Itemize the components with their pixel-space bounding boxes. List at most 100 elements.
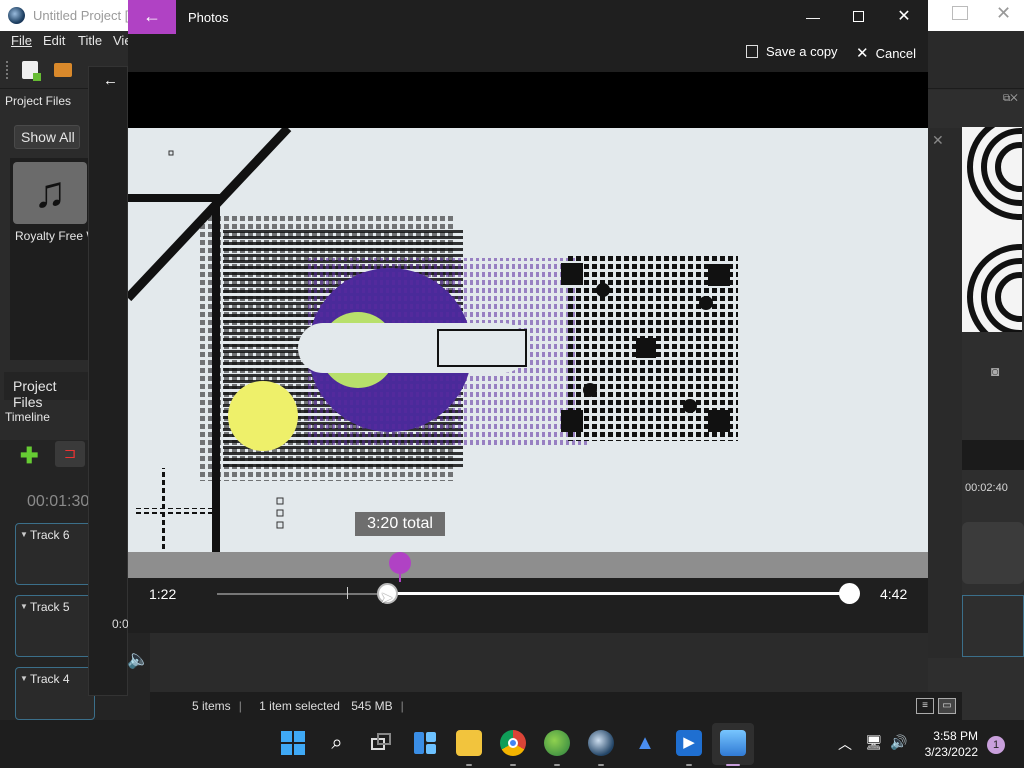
menu-file[interactable]: File — [11, 33, 32, 48]
cancel-icon: ✕ — [856, 45, 869, 62]
playhead-handle[interactable] — [389, 552, 411, 574]
music-note-icon[interactable]: ♫ — [13, 162, 87, 224]
trim-scrubber: 1:22 4:42 ➤ — [128, 552, 928, 633]
ruler-time: 00:02:40 — [965, 482, 1008, 494]
back-arrow-icon[interactable]: ← — [128, 0, 176, 34]
clock-date[interactable]: 3/23/2022 — [914, 745, 978, 759]
openshot-maximize-button[interactable] — [952, 6, 968, 20]
video-editor-icon[interactable]: ▶ — [676, 730, 702, 756]
chevron-up-icon[interactable]: ︿ — [838, 734, 852, 754]
timeline-title: Timeline — [5, 410, 50, 424]
project-files-title: Project Files — [5, 94, 72, 108]
chrome-icon[interactable] — [500, 730, 526, 756]
camera-icon[interactable]: ◙ — [991, 363, 999, 379]
file-name-label: Royalty Free W — [15, 229, 98, 243]
photos-commandbar: Save a copy ✕ Cancel — [128, 34, 928, 72]
dialog-time-fragment: 0:0 — [112, 617, 129, 631]
trim-end-handle[interactable] — [839, 583, 860, 604]
close-icon[interactable]: ✕ — [890, 6, 918, 28]
cancel-label: Cancel — [875, 46, 917, 61]
network-icon[interactable]: 🖥 — [865, 734, 883, 751]
trim-selection — [387, 592, 850, 595]
speaker-icon[interactable]: 🔈 — [127, 649, 149, 670]
timeline-track-right — [962, 595, 1024, 657]
running-indicator — [510, 764, 516, 766]
notification-badge[interactable]: 1 — [987, 736, 1005, 754]
maximize-icon[interactable] — [844, 6, 872, 28]
new-project-icon[interactable] — [22, 61, 41, 81]
trim-end-time: 4:42 — [880, 586, 908, 602]
save-copy-label: Save a copy — [766, 44, 838, 59]
background-dialog-right: ✕ — [928, 128, 962, 658]
background-dialog: ← 0:0 🔈 — [88, 66, 149, 696]
task-view-icon[interactable] — [368, 730, 394, 756]
position-tick — [347, 587, 348, 599]
bird-app-icon[interactable]: ▲ — [632, 730, 658, 756]
details-view-icon[interactable]: ≡ — [916, 698, 934, 714]
tiles-view-icon[interactable]: ▭ — [938, 698, 956, 714]
photos-window: ← Photos — ✕ Save a copy ✕ Cancel 1:22 4… — [128, 0, 928, 633]
expand-triangle-icon: ▼ — [20, 602, 28, 611]
status-text: 5 items | 1 item selected 545 MB | — [192, 699, 404, 713]
dock-float-icon[interactable]: ⧉✕ — [1003, 93, 1018, 104]
trim-start-time: 1:22 — [149, 586, 177, 602]
add-track-icon[interactable]: ✚ — [20, 443, 38, 469]
openshot-window-title: Untitled Project [H — [33, 8, 138, 23]
track-label: Track 5 — [30, 600, 70, 614]
total-duration-tooltip: 3:20 total — [355, 512, 445, 536]
status-size: 545 MB — [351, 699, 393, 713]
openshot-logo-icon — [8, 7, 25, 24]
track-5[interactable]: Track 5 ▼ — [15, 595, 95, 657]
tab-project-files[interactable]: Project Files — [4, 372, 90, 410]
clock-time[interactable]: 3:58 PM — [930, 729, 978, 743]
expand-triangle-icon: ▼ — [20, 530, 28, 539]
snap-magnet-icon[interactable]: ⊐ — [55, 441, 85, 467]
status-item-count: 5 items — [192, 699, 231, 713]
scrubber-top-strip — [128, 552, 928, 578]
file-explorer-icon[interactable] — [456, 730, 482, 756]
widgets-icon[interactable] — [412, 730, 438, 756]
circles-pattern-icon — [967, 127, 1022, 332]
dialog-back-arrow-icon[interactable]: ← — [103, 72, 118, 89]
app-green-globe-icon[interactable] — [544, 730, 570, 756]
running-indicator — [598, 764, 604, 766]
open-project-icon[interactable] — [54, 63, 72, 77]
photos-titlebar: ← Photos — ✕ — [128, 0, 928, 34]
openshot-close-button[interactable]: ✕ — [996, 3, 1011, 24]
search-icon[interactable]: ⌕ — [324, 730, 350, 756]
save-copy-icon — [746, 45, 758, 58]
timeline-clip — [962, 522, 1024, 584]
timeline-current-time: 00:01:30 — [27, 493, 90, 510]
active-indicator — [726, 764, 740, 766]
show-all-button[interactable]: Show All — [14, 125, 80, 149]
track-label: Track 6 — [30, 528, 70, 542]
ruler-bar — [962, 440, 1024, 470]
dialog-close-icon[interactable]: ✕ — [932, 132, 944, 149]
running-indicator — [554, 764, 560, 766]
minimize-icon[interactable]: — — [799, 6, 827, 28]
grip-icon — [6, 61, 10, 79]
windows-start-icon[interactable] — [280, 730, 306, 756]
preview-thumbnail — [962, 127, 1022, 332]
scrubber-bottom-strip — [128, 578, 928, 633]
video-frame[interactable] — [128, 128, 928, 552]
openshot-taskbar-icon[interactable] — [588, 730, 614, 756]
expand-triangle-icon: ▼ — [20, 674, 28, 683]
track-4[interactable]: Track 4 ▼ — [15, 667, 95, 720]
taskbar: ⌕ ▲ ▶ ︿ 🖥 🔊 3:58 PM 3/23/2022 1 — [0, 720, 1024, 768]
mouse-cursor-icon: ➤ — [380, 590, 394, 607]
running-indicator — [466, 764, 472, 766]
cancel-button[interactable]: ✕ Cancel — [856, 44, 916, 62]
video-graphic — [128, 128, 738, 552]
menu-edit[interactable]: Edit — [43, 33, 65, 48]
active-window-highlight — [712, 723, 754, 765]
save-copy-button[interactable]: Save a copy — [746, 44, 838, 59]
running-indicator — [686, 764, 692, 766]
track-label: Track 4 — [30, 672, 70, 686]
volume-icon[interactable]: 🔊 — [890, 734, 907, 751]
menu-title[interactable]: Title — [78, 33, 102, 48]
photos-title: Photos — [188, 10, 229, 25]
project-files-panel: ♫ Royalty Free W — [10, 158, 98, 360]
status-selected: 1 item selected — [259, 699, 340, 713]
track-6[interactable]: Track 6 ▼ — [15, 523, 95, 585]
